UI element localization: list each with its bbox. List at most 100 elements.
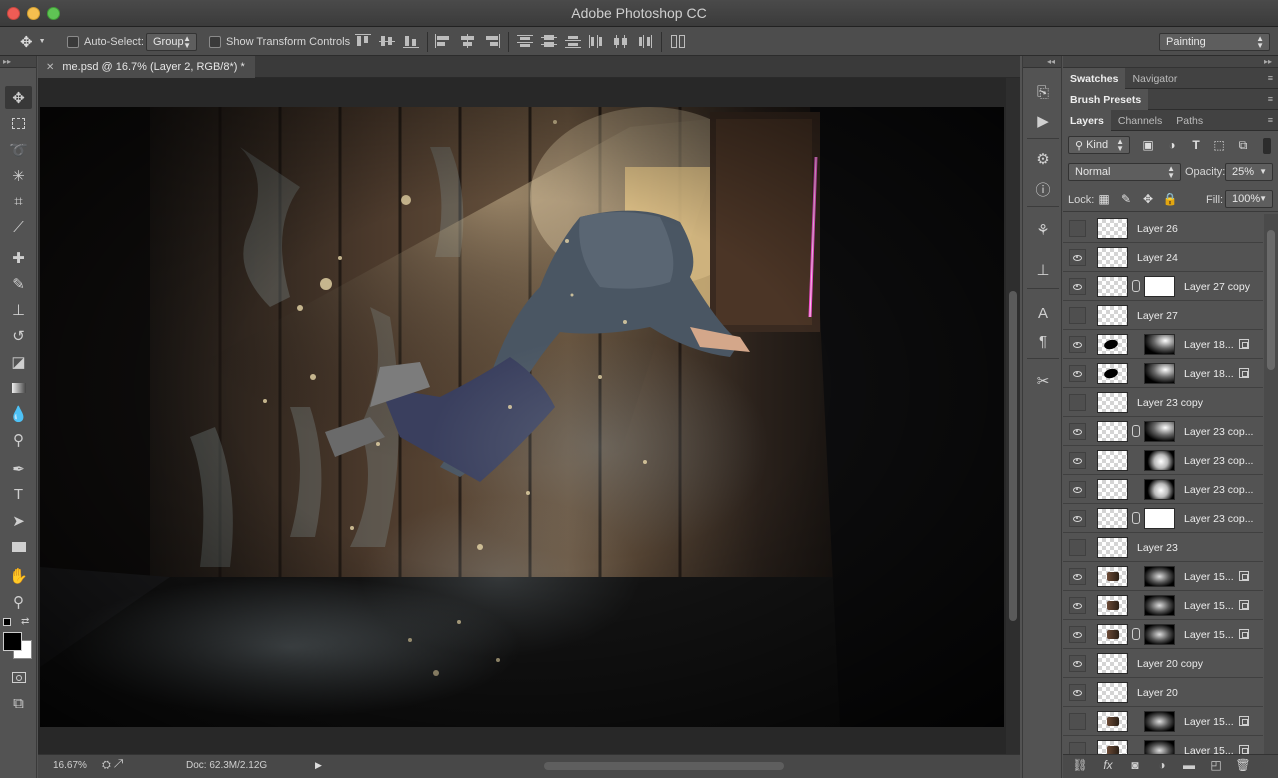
visibility-toggle[interactable] [1069,336,1086,353]
healing-brush-tool-icon[interactable]: ✚ [5,246,32,269]
layer-thumbnail[interactable] [1097,624,1128,645]
align-top-icon[interactable] [351,32,375,50]
tab-navigator[interactable]: Navigator [1125,68,1184,89]
layer-thumbnail[interactable] [1097,421,1128,442]
layer-name[interactable]: Layer 23 [1137,533,1178,562]
scrollbar-thumb[interactable] [1267,230,1275,370]
mask-link-icon[interactable] [1132,512,1140,524]
foreground-color[interactable] [3,632,22,651]
visibility-toggle[interactable] [1069,249,1086,266]
layer-row[interactable]: Layer 15... [1063,736,1263,754]
tab-swatches[interactable]: Swatches [1063,68,1126,89]
layer-row[interactable]: Layer 23 cop... [1063,504,1263,533]
blend-mode-dropdown[interactable]: Normal ▲ ▼ [1068,163,1181,181]
tab-channels[interactable]: Channels [1111,110,1169,131]
visibility-toggle[interactable] [1069,568,1086,585]
history-icon[interactable]: ⎘ [1031,81,1055,103]
visibility-toggle[interactable] [1069,394,1086,411]
layer-name[interactable]: Layer 23 cop... [1184,504,1253,533]
visibility-toggle[interactable] [1069,220,1086,237]
eyedropper-tool-icon[interactable]: ⟋ [5,216,32,239]
layer-thumbnail[interactable] [1097,218,1128,239]
document-image[interactable] [40,107,1004,727]
layer-row[interactable]: Layer 18... [1063,359,1263,388]
show-transform-controls-option[interactable]: Show Transform Controls [209,27,350,56]
dock-collapse-handle[interactable]: ◂◂ [1023,56,1061,68]
lock-transparent-pixels-icon[interactable]: ▦ [1095,192,1113,208]
link-layers-icon[interactable]: ⛓ [1071,758,1089,775]
swap-colors-icon[interactable]: ⇄ [21,616,29,627]
filter-smart-object-icon[interactable]: ⧉ [1234,138,1252,154]
layer-thumbnail[interactable] [1097,247,1128,268]
layer-name[interactable]: Layer 26 [1137,214,1178,243]
layer-row[interactable]: Layer 15... [1063,707,1263,736]
visibility-toggle[interactable] [1069,481,1086,498]
layer-row[interactable]: Layer 20 [1063,678,1263,707]
layer-name[interactable]: Layer 23 cop... [1184,417,1253,446]
layer-row[interactable]: Layer 24 [1063,243,1263,272]
layer-row[interactable]: Layer 27 [1063,301,1263,330]
layer-name[interactable]: Layer 20 [1137,678,1178,707]
layers-scrollbar[interactable] [1264,214,1278,754]
crop-tool-icon[interactable]: ⌗ [5,190,32,213]
auto-align-layers-icon[interactable] [666,32,690,50]
layer-mask-thumbnail[interactable] [1144,624,1175,645]
layer-name[interactable]: Layer 15... [1184,562,1234,591]
tools-panel-collapse-handle[interactable]: ▸▸ [0,56,36,68]
blur-tool-icon[interactable]: 💧 [5,402,32,425]
gradient-tool-icon[interactable] [5,376,32,399]
eraser-tool-icon[interactable]: ◪ [5,350,32,373]
layer-row[interactable]: Layer 20 copy [1063,649,1263,678]
visibility-toggle[interactable] [1069,742,1086,754]
layer-thumbnail[interactable] [1097,566,1128,587]
layer-thumbnail[interactable] [1097,537,1128,558]
info-icon[interactable]: ⓘ [1031,178,1055,200]
status-icons[interactable]: ⛭ ↗ [102,759,123,772]
visibility-toggle[interactable] [1069,597,1086,614]
layer-thumbnail[interactable] [1097,450,1128,471]
filter-adjustment-icon[interactable]: ◑ [1163,138,1181,154]
visibility-toggle[interactable] [1069,539,1086,556]
visibility-toggle[interactable] [1069,713,1086,730]
layer-name[interactable]: Layer 24 [1137,243,1178,272]
mask-link-icon[interactable] [1132,280,1140,292]
opacity-field[interactable]: 25% ▼ [1225,163,1273,181]
default-colors-icon[interactable] [3,618,11,626]
zoom-tool-icon[interactable]: ⚲ [5,590,32,613]
layer-row[interactable]: Layer 15... [1063,562,1263,591]
history-brush-tool-icon[interactable]: ↺ [5,324,32,347]
layer-name[interactable]: Layer 23 copy [1137,388,1203,417]
layer-mask-thumbnail[interactable] [1144,711,1175,732]
visibility-toggle[interactable] [1069,510,1086,527]
fill-field[interactable]: 100% ▼ [1225,190,1273,208]
zoom-level[interactable]: 16.67% [53,760,87,771]
document-tab[interactable]: ✕ me.psd @ 16.7% (Layer 2, RGB/8*) * [38,56,255,78]
layer-row[interactable]: Layer 23 cop... [1063,475,1263,504]
hand-tool-icon[interactable]: ✋ [5,564,32,587]
close-tab-icon[interactable]: ✕ [46,62,54,73]
type-tool-icon[interactable]: T [5,483,32,506]
align-bottom-icon[interactable] [399,32,423,50]
layer-mask-thumbnail[interactable] [1144,508,1175,529]
layer-thumbnail[interactable] [1097,479,1128,500]
filter-kind-dropdown[interactable]: ⚲ Kind ▲ ▼ [1068,136,1130,154]
brush-tool-icon[interactable]: ✎ [5,272,32,295]
layer-row[interactable]: Layer 15... [1063,591,1263,620]
layer-row[interactable]: Layer 23 cop... [1063,417,1263,446]
chevron-down-icon[interactable]: ▼ [1259,195,1267,203]
workspace-switcher[interactable]: Painting ▲ ▼ [1159,32,1270,51]
layer-mask-thumbnail[interactable] [1144,595,1175,616]
magic-wand-tool-icon[interactable]: ✳ [5,164,32,187]
screen-mode-icon[interactable]: ⧉ [5,692,32,715]
auto-select-dropdown[interactable]: Group ▲ ▼ [146,32,197,51]
new-adjustment-layer-icon[interactable]: ◑ [1153,758,1171,775]
canvas-horizontal-scrollbar[interactable] [544,762,784,770]
layer-mask-thumbnail[interactable] [1144,421,1175,442]
layer-thumbnail[interactable] [1097,653,1128,674]
filter-pixel-icon[interactable]: ▣ [1139,138,1157,154]
filter-type-icon[interactable]: T [1187,138,1205,154]
distribute-right-icon[interactable] [633,32,657,50]
visibility-toggle[interactable] [1069,278,1086,295]
new-layer-icon[interactable]: ◰ [1207,758,1225,775]
adjustments-icon[interactable]: ⚙ [1031,148,1055,170]
